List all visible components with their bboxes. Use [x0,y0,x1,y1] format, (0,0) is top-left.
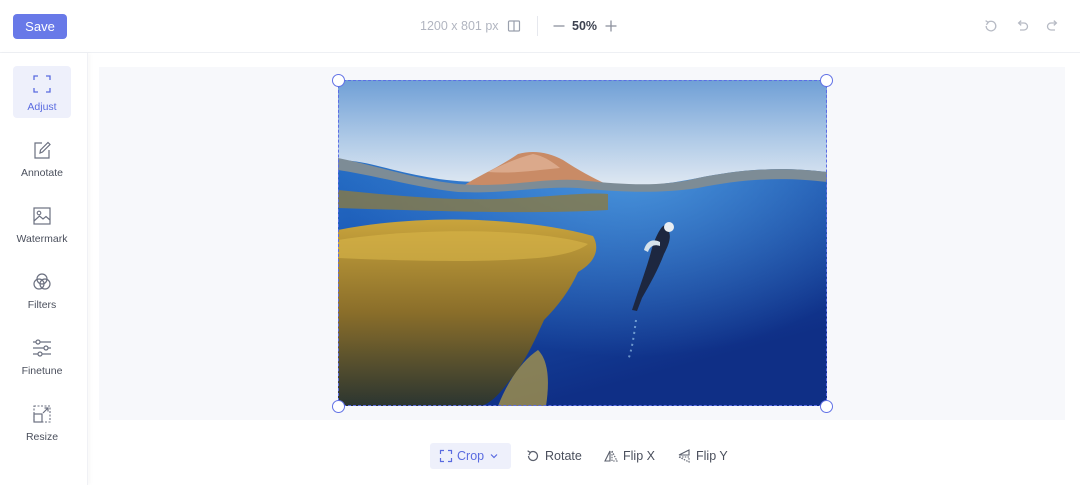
crop-corners-icon [439,449,453,463]
sidebar-item-label: Watermark [16,233,68,245]
crop-label: Crop [457,449,485,463]
crop-dropdown-button[interactable]: Crop [430,443,511,469]
rotate-icon [527,450,539,462]
sidebar-item-label: Adjust [27,101,57,113]
flip-x-label: Flip X [623,449,655,463]
reset-icon[interactable] [983,18,999,34]
sidebar-item-finetune[interactable]: Finetune [13,330,71,382]
crop-frame[interactable] [338,80,827,406]
rotate-button[interactable]: Rotate [526,443,582,469]
flip-horizontal-icon [604,450,618,462]
toolbar-divider [537,16,538,36]
compare-icon[interactable] [507,19,521,33]
sidebar-item-label: Finetune [21,365,63,377]
zoom-out-minus-icon[interactable] [551,18,567,34]
flip-y-button[interactable]: Flip Y [677,443,728,469]
filters-circles-icon [33,273,51,290]
image-icon [33,207,51,225]
redo-icon[interactable] [1045,18,1061,34]
resize-icon [33,405,51,423]
image-editor: Save 1200 x 801 px 50% Adjust Annotate W… [0,0,1080,485]
crop-handle-bottom-right[interactable] [820,400,833,413]
sidebar-item-watermark[interactable]: Watermark [13,198,71,250]
sidebar-item-annotate[interactable]: Annotate [13,132,71,184]
flip-vertical-icon [678,449,690,463]
zoom-in-plus-icon[interactable] [603,18,619,34]
sidebar-item-resize[interactable]: Resize [13,396,71,448]
rotate-label: Rotate [545,449,582,463]
sliders-icon [33,339,51,357]
flip-x-button[interactable]: Flip X [604,443,655,469]
sidebar-item-adjust[interactable]: Adjust [13,66,71,118]
save-button[interactable]: Save [13,14,67,39]
sidebar-item-filters[interactable]: Filters [13,264,71,316]
sidebar-item-label: Resize [25,431,59,443]
top-toolbar: Save 1200 x 801 px 50% [0,0,1080,53]
sidebar-item-label: Annotate [20,167,64,179]
crop-corners-icon [33,75,51,93]
pencil-icon [34,141,51,159]
zoom-level: 50% [572,19,598,33]
image-dimensions: 1200 x 801 px [420,19,499,33]
sidebar-item-label: Filters [27,299,57,311]
chevron-down-icon [490,454,498,459]
tools-sidebar: Adjust Annotate Watermark Filters Finetu… [0,53,88,485]
undo-icon[interactable] [1014,18,1030,34]
crop-handle-top-left[interactable] [332,74,345,87]
flip-y-label: Flip Y [696,449,728,463]
crop-handle-top-right[interactable] [820,74,833,87]
crop-handle-bottom-left[interactable] [332,400,345,413]
